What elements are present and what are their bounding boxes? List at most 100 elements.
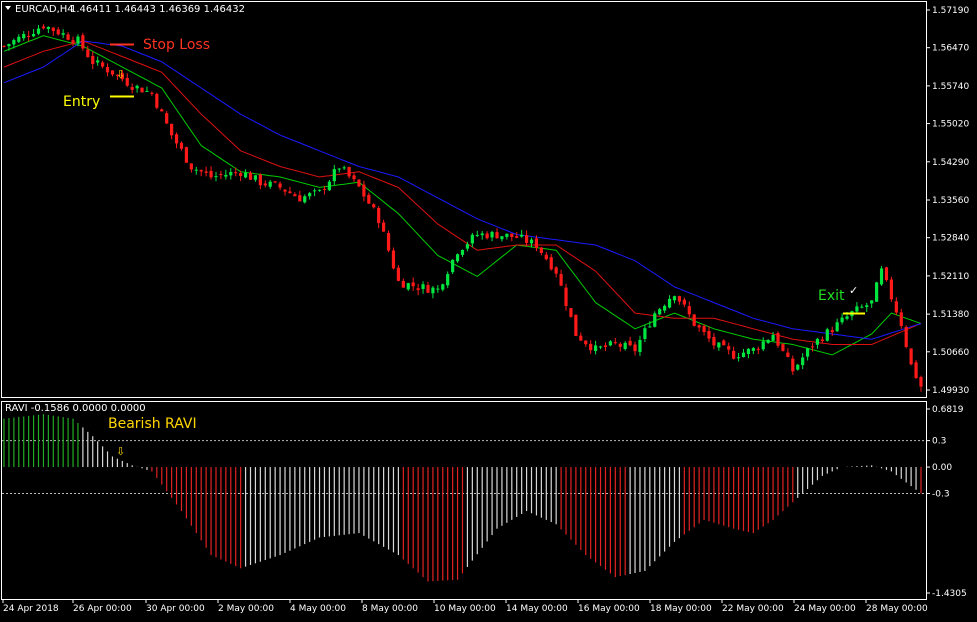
candle-body xyxy=(904,327,908,347)
candle-body xyxy=(529,239,534,244)
candle-body xyxy=(406,283,410,290)
candle-body xyxy=(81,35,85,49)
ravi-plot xyxy=(2,414,926,582)
candle-body xyxy=(879,268,884,285)
candle-body xyxy=(801,357,805,366)
candle-body xyxy=(179,142,184,149)
candle-body xyxy=(229,172,233,176)
candle-body xyxy=(174,134,179,144)
candle-body xyxy=(480,233,484,236)
candle-body xyxy=(17,36,21,42)
price-tick-label: 1.55740 xyxy=(932,82,969,92)
candle-body xyxy=(500,236,504,240)
candle-body xyxy=(431,287,435,294)
candle-body xyxy=(66,34,70,40)
candle-body xyxy=(209,170,213,178)
candle-body xyxy=(736,357,741,359)
candle-body xyxy=(219,174,223,176)
candle-body xyxy=(594,345,598,352)
chart-menu-triangle-icon[interactable] xyxy=(5,6,11,10)
candle-body xyxy=(845,316,849,319)
candle-body xyxy=(776,333,780,346)
candle-body xyxy=(76,36,80,44)
candle-body xyxy=(455,254,460,262)
candle-body xyxy=(258,174,262,186)
time-tick-label: 26 Apr 00:00 xyxy=(73,604,132,614)
ma_slow-line xyxy=(3,40,922,340)
candle-body xyxy=(510,233,514,238)
candle-body xyxy=(401,280,405,288)
ravi-label: RAVI -0.1586 0.0000 0.0000 xyxy=(5,403,146,414)
candle-body xyxy=(515,236,519,238)
candle-body xyxy=(574,314,578,336)
candle-body xyxy=(416,288,420,291)
candle-body xyxy=(86,49,90,58)
candle-body xyxy=(677,296,682,302)
ravi-tick-label: 0.6819 xyxy=(932,405,964,415)
candle-body xyxy=(667,298,672,308)
candle-body xyxy=(761,341,765,350)
candle-body xyxy=(702,325,706,332)
candle-body xyxy=(194,169,198,171)
candle-body xyxy=(352,175,356,180)
candle-body xyxy=(875,282,879,302)
candle-body xyxy=(446,274,450,286)
candle-body xyxy=(298,195,302,202)
candle-body xyxy=(658,309,662,315)
candle-body xyxy=(110,70,115,75)
candle-body xyxy=(672,296,677,301)
time-tick-label: 30 Apr 00:00 xyxy=(146,604,205,614)
candle-body xyxy=(12,40,16,45)
candle-body xyxy=(327,181,331,191)
time-tick-label: 4 May 00:00 xyxy=(290,604,346,614)
candle-body xyxy=(884,267,889,281)
candle-body xyxy=(367,194,371,204)
trading-chart: 1.57190 1.56470 1.55740 1.55020 1.54290 1.535… xyxy=(0,0,977,618)
candle-body xyxy=(712,336,716,346)
candle-body xyxy=(56,29,60,35)
candle-body xyxy=(914,362,918,379)
candle-body xyxy=(199,170,203,172)
candle-body xyxy=(293,194,297,197)
candle-body xyxy=(170,123,174,136)
candle-body xyxy=(71,40,75,43)
candle-body xyxy=(239,173,243,176)
candle-body xyxy=(386,233,391,251)
candle-body xyxy=(539,247,543,254)
candle-body xyxy=(894,301,898,313)
candle-body xyxy=(322,188,327,190)
time-tick-label: 10 May 00:00 xyxy=(434,604,496,614)
candle-body xyxy=(465,244,470,249)
candle-body xyxy=(663,305,667,311)
time-tick-label: 8 May 00:00 xyxy=(362,604,418,614)
candle-body xyxy=(224,174,228,177)
candle-body xyxy=(796,364,800,370)
candle-body xyxy=(549,257,553,270)
candle-body xyxy=(603,345,608,348)
candle-body xyxy=(189,163,193,170)
price-tick-label: 1.51380 xyxy=(932,310,969,320)
price-tick-label: 1.49930 xyxy=(932,386,969,396)
candle-body xyxy=(7,44,11,47)
time-tick-label: 14 May 00:00 xyxy=(506,604,568,614)
ravi-tick-label: 0.00 xyxy=(932,463,952,473)
candle-body xyxy=(889,279,893,300)
candle-body xyxy=(682,299,686,305)
exit-label: Exit xyxy=(818,288,845,304)
candle-body xyxy=(919,377,923,387)
candle-body xyxy=(791,358,795,372)
candle-body xyxy=(820,339,824,342)
candle-body xyxy=(830,330,834,333)
ravi-arrow-icon: ⇩ xyxy=(116,445,125,458)
entry-arrow-icon: ⇩ xyxy=(116,68,125,81)
candle-body xyxy=(273,181,277,183)
candle-body xyxy=(786,352,790,358)
candle-body xyxy=(618,343,622,347)
main-plot xyxy=(2,24,923,392)
candle-body xyxy=(396,267,400,281)
candle-body xyxy=(243,172,248,178)
candle-body xyxy=(165,113,169,124)
candle-body xyxy=(623,342,627,349)
candle-body xyxy=(204,171,208,173)
time-tick-label: 18 May 00:00 xyxy=(650,604,712,614)
